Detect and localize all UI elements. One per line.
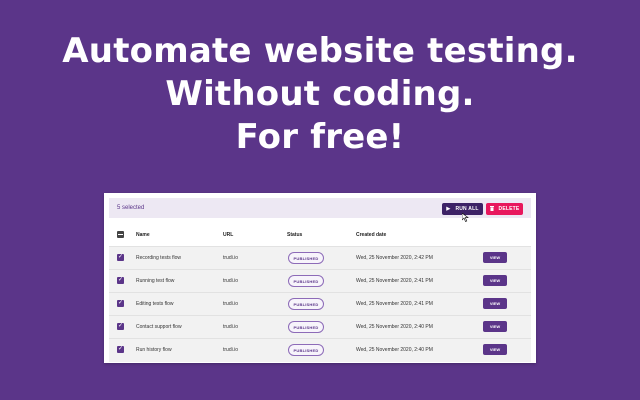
mouse-pointer-icon	[462, 213, 469, 222]
column-header-status[interactable]: Status	[287, 232, 302, 238]
row-url: trudi.io	[223, 324, 239, 330]
check-icon[interactable]: ✓	[117, 323, 124, 330]
headline-line-3: For free!	[235, 117, 405, 157]
view-button[interactable]: VIEW	[483, 252, 507, 263]
row-created-date: Wed, 25 November 2020, 2:42 PM	[356, 255, 433, 261]
row-name: Running test flow	[136, 278, 175, 284]
selected-count: 5 selected	[117, 205, 145, 211]
view-button[interactable]: VIEW	[483, 298, 507, 309]
play-icon: ▶	[446, 206, 451, 212]
status-badge: PUBLISHED	[288, 275, 324, 287]
selection-toolbar: 5 selected ▶ RUN ALL DELETE	[109, 198, 531, 222]
table-row[interactable]: ✓ Running test flow trudi.io PUBLISHED W…	[109, 269, 531, 293]
indeterminate-checkbox-icon[interactable]	[117, 231, 124, 238]
view-button[interactable]: VIEW	[483, 275, 507, 286]
view-button[interactable]: VIEW	[483, 344, 507, 355]
table-header: Name URL Status Created date	[109, 224, 531, 246]
view-button[interactable]: VIEW	[483, 321, 507, 332]
row-url: trudi.io	[223, 255, 239, 261]
delete-label: DELETE	[498, 206, 520, 212]
row-url: trudi.io	[223, 347, 239, 353]
row-created-date: Wed, 25 November 2020, 2:40 PM	[356, 324, 433, 330]
table-row[interactable]: ✓ Run history flow trudi.io PUBLISHED We…	[109, 338, 531, 362]
row-created-date: Wed, 25 November 2020, 2:41 PM	[356, 278, 433, 284]
table-row[interactable]: ✓ Contact support flow trudi.io PUBLISHE…	[109, 315, 531, 339]
row-created-date: Wed, 25 November 2020, 2:41 PM	[356, 301, 433, 307]
row-name: Editing tests flow	[136, 301, 174, 307]
row-created-date: Wed, 25 November 2020, 2:40 PM	[356, 347, 433, 353]
status-badge: PUBLISHED	[288, 298, 324, 310]
headline-line-2: Without coding.	[165, 74, 475, 114]
status-badge: PUBLISHED	[288, 321, 324, 333]
table-row[interactable]: ✓ Recording tests flow trudi.io PUBLISHE…	[109, 246, 531, 270]
check-icon[interactable]: ✓	[117, 254, 124, 261]
check-icon[interactable]: ✓	[117, 300, 124, 307]
run-all-label: RUN ALL	[455, 206, 479, 212]
column-header-created-date[interactable]: Created date	[356, 232, 386, 238]
column-header-url[interactable]: URL	[223, 232, 233, 238]
check-icon[interactable]: ✓	[117, 346, 124, 353]
status-badge: PUBLISHED	[288, 344, 324, 356]
delete-button[interactable]: DELETE	[486, 203, 523, 215]
row-name: Contact support flow	[136, 324, 182, 330]
column-header-name[interactable]: Name	[136, 232, 150, 238]
row-name: Recording tests flow	[136, 255, 182, 261]
check-icon[interactable]: ✓	[117, 277, 124, 284]
row-url: trudi.io	[223, 301, 239, 307]
tests-table-panel: 5 selected ▶ RUN ALL DELETE Name URL Sta…	[104, 193, 536, 363]
table-row[interactable]: ✓ Editing tests flow trudi.io PUBLISHED …	[109, 292, 531, 316]
status-badge: PUBLISHED	[288, 252, 324, 264]
headline: Automate website testing. Without coding…	[0, 30, 640, 159]
row-name: Run history flow	[136, 347, 172, 353]
headline-line-1: Automate website testing.	[62, 31, 578, 71]
trash-icon	[489, 205, 494, 213]
row-url: trudi.io	[223, 278, 239, 284]
